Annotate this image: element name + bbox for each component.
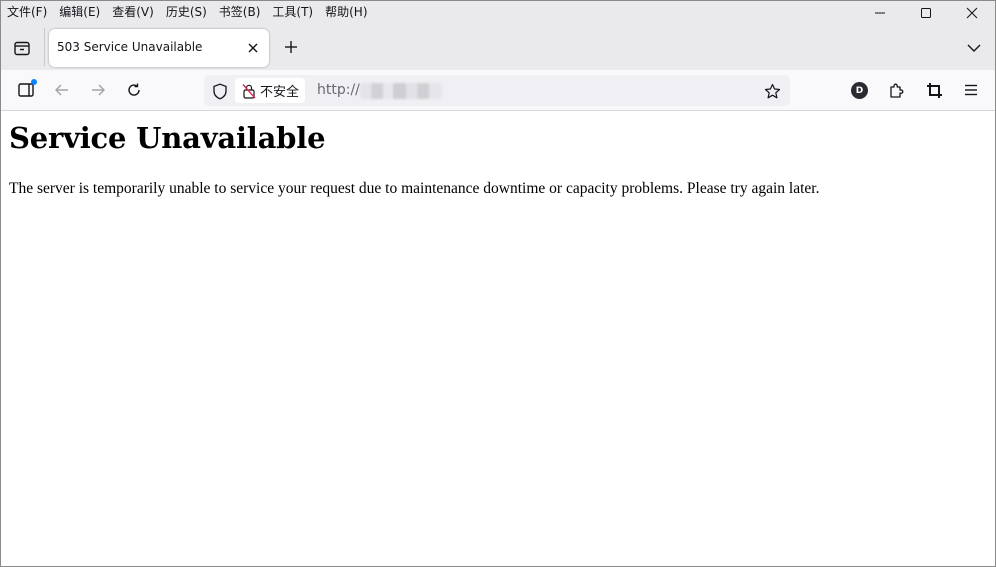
menu-tools[interactable]: 工具(T) <box>272 3 313 20</box>
menu-bar: 文件(F) 编辑(E) 查看(V) 历史(S) 书签(B) 工具(T) 帮助(H… <box>7 2 380 21</box>
extensions-button[interactable] <box>886 80 906 100</box>
tracking-protection-button[interactable] <box>210 81 230 101</box>
reload-button[interactable] <box>124 80 144 100</box>
browser-window: 文件(F) 编辑(E) 查看(V) 历史(S) 书签(B) 工具(T) 帮助(H… <box>0 0 996 567</box>
tab-title: 503 Service Unavailable <box>57 40 203 54</box>
menu-view[interactable]: 查看(V) <box>112 3 154 20</box>
error-message: The server is temporarily unable to serv… <box>9 180 820 197</box>
bookmark-star-button[interactable] <box>762 81 782 101</box>
new-tab-button[interactable] <box>281 37 301 57</box>
insecure-lock-icon <box>242 83 256 99</box>
back-button[interactable] <box>52 80 72 100</box>
list-all-tabs-button[interactable] <box>965 39 983 57</box>
menu-file[interactable]: 文件(F) <box>7 3 47 20</box>
maximize-button[interactable] <box>903 1 949 25</box>
tab-divider <box>44 28 45 66</box>
menu-bookmarks[interactable]: 书签(B) <box>219 3 261 20</box>
window-controls <box>857 1 995 25</box>
arrow-left-icon <box>55 84 68 96</box>
app-menu-button[interactable] <box>961 80 981 100</box>
plus-icon <box>285 41 297 53</box>
connection-security-chip[interactable]: 不安全 <box>235 78 306 103</box>
notification-dot <box>31 79 37 85</box>
maximize-icon <box>921 8 931 18</box>
menu-help[interactable]: 帮助(H) <box>325 3 367 20</box>
page-content: Service Unavailable The server is tempor… <box>1 111 995 566</box>
tab-close-button[interactable] <box>245 40 261 56</box>
close-icon <box>248 43 258 53</box>
titlebar: 文件(F) 编辑(E) 查看(V) 历史(S) 书签(B) 工具(T) 帮助(H… <box>1 1 995 70</box>
navigation-toolbar: 不安全 http:// D <box>1 70 995 111</box>
close-icon <box>966 7 978 19</box>
reload-icon <box>128 83 140 96</box>
puzzle-piece-icon <box>889 83 903 98</box>
page-heading: Service Unavailable <box>9 121 326 155</box>
tab-list-button[interactable] <box>9 35 35 61</box>
sidebar-button[interactable] <box>16 79 37 100</box>
tab-active[interactable]: 503 Service Unavailable <box>49 29 269 67</box>
tab-strip: 503 Service Unavailable <box>1 25 995 70</box>
chevron-down-icon <box>967 44 981 52</box>
close-window-button[interactable] <box>949 1 995 25</box>
security-label: 不安全 <box>260 85 300 100</box>
obscured-url-segment <box>360 83 442 99</box>
menu-history[interactable]: 历史(S) <box>166 3 207 20</box>
menu-edit[interactable]: 编辑(E) <box>59 3 100 20</box>
tab-list-icon <box>14 41 30 56</box>
minimize-button[interactable] <box>857 1 903 25</box>
minimize-icon <box>875 12 885 14</box>
crop-icon <box>926 82 942 98</box>
address-bar[interactable]: 不安全 http:// <box>204 75 790 106</box>
hamburger-menu-icon <box>965 84 977 96</box>
screenshot-button[interactable] <box>924 80 944 100</box>
arrow-right-icon <box>92 84 105 96</box>
url-text: http:// <box>317 82 360 98</box>
shield-icon <box>213 83 227 100</box>
star-icon <box>764 83 780 98</box>
forward-button[interactable] <box>88 80 108 100</box>
account-avatar[interactable]: D <box>851 82 868 99</box>
